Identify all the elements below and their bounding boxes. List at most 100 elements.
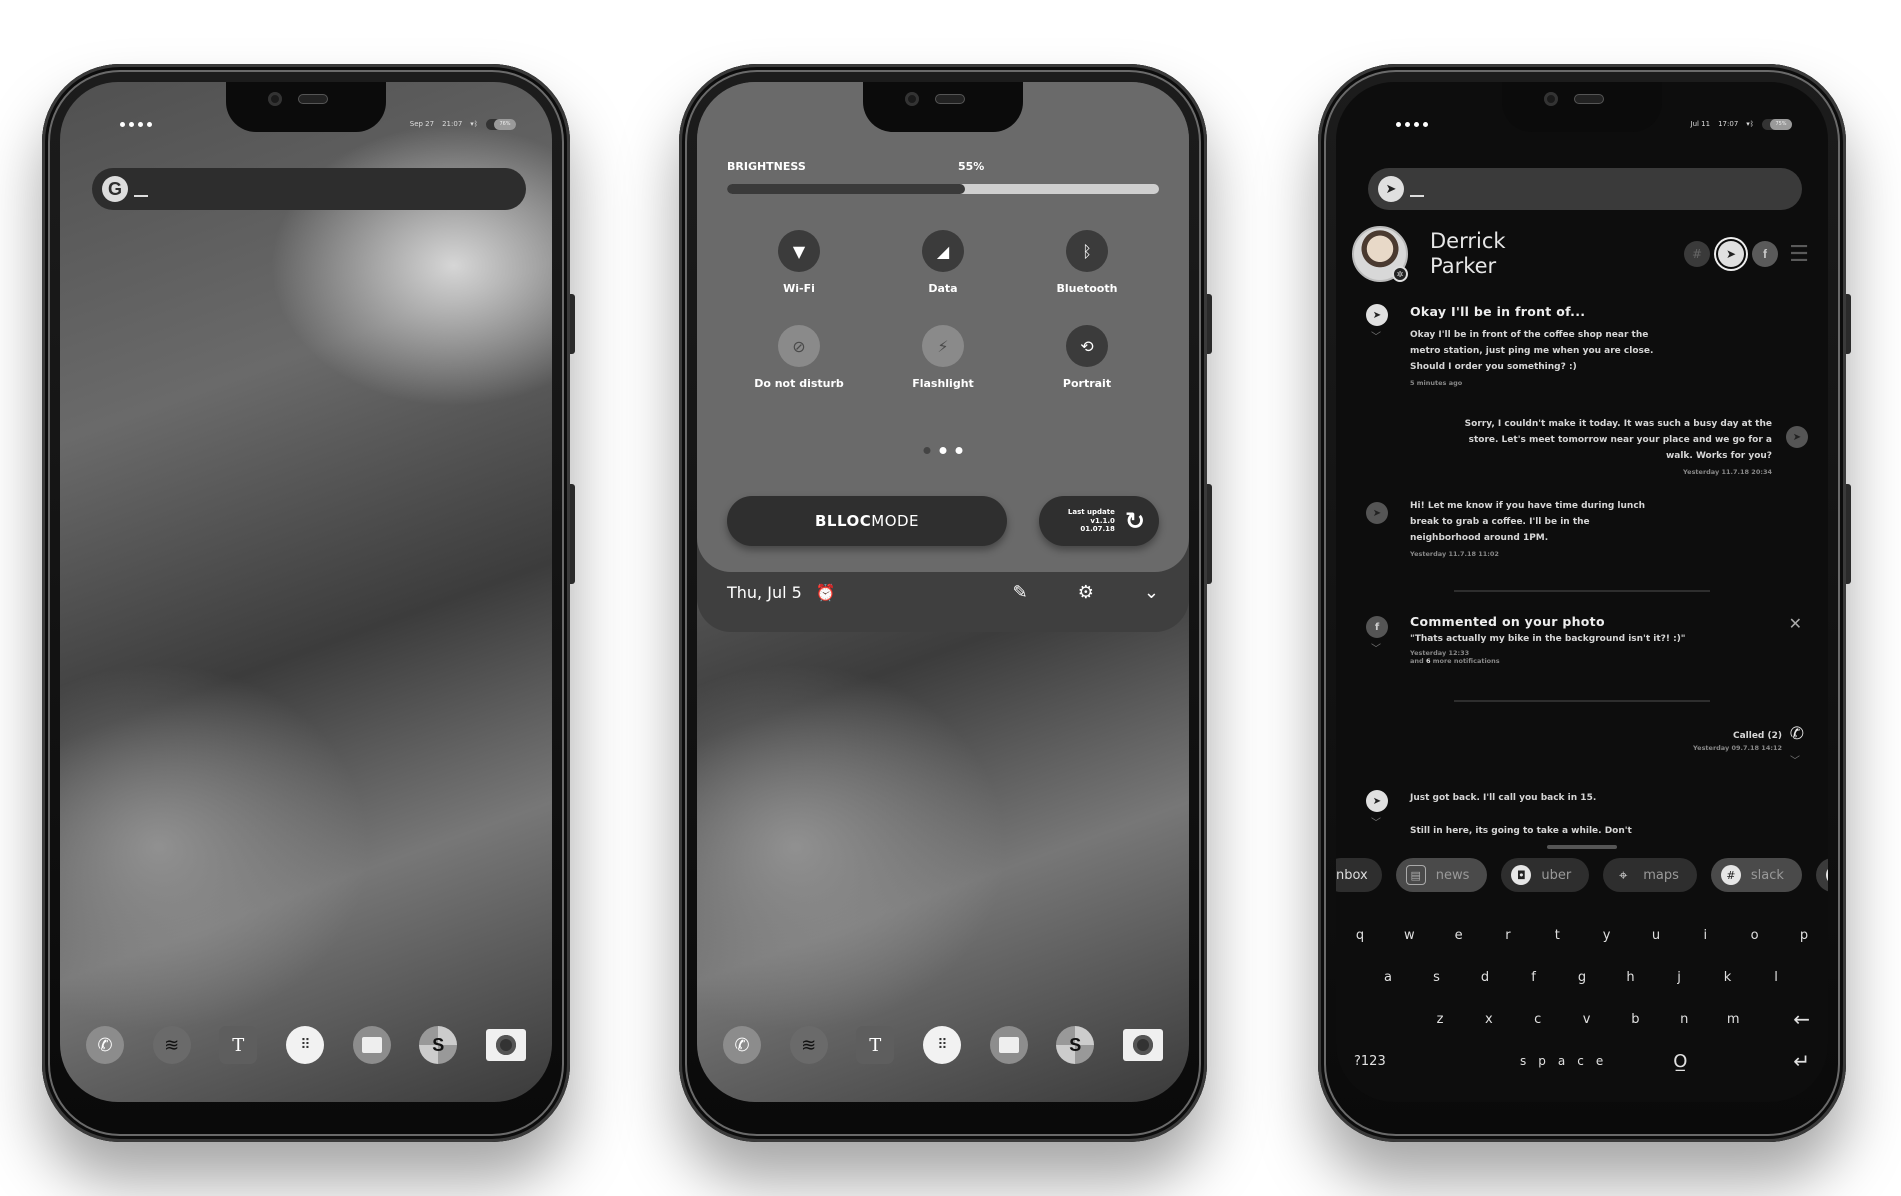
keyboard-row: ?123 space O̲ ↵ [1350,1040,1814,1082]
slides-icon[interactable]: S [1056,1026,1095,1064]
contact-name: Derrick Parker [1430,228,1506,278]
apps-grid-icon[interactable]: ⠿ [285,1026,324,1064]
chevron-down-icon[interactable]: ﹀ [1371,328,1381,343]
spotify-icon[interactable]: ≋ [789,1026,828,1064]
key-b[interactable]: b [1625,1012,1645,1027]
bllocmode-button[interactable]: BLLOC MODE [727,496,1007,546]
key-f[interactable]: f [1524,970,1544,985]
messages-icon[interactable] [352,1026,391,1064]
symbols-key[interactable]: ?123 [1350,1054,1410,1069]
camera-icon[interactable] [485,1029,526,1061]
message-item[interactable]: ➤ ﹀ Okay I'll be in front of... Okay I'l… [1352,304,1812,416]
tesla-icon[interactable]: T [219,1026,258,1064]
phone-icon[interactable]: ✆ [723,1026,761,1064]
telegram-search-bar[interactable]: ➤ [1368,168,1802,210]
space-key[interactable]: space [1520,1054,1615,1068]
blloc-key[interactable]: O̲ [1673,1051,1687,1072]
status-time: 21:07 [442,120,463,128]
camera-icon[interactable] [1122,1029,1163,1061]
key-h[interactable]: h [1621,970,1641,985]
tile-data[interactable]: ◢ Data [871,230,1015,295]
chip-inbox[interactable]: nbox [1336,858,1382,892]
backspace-key[interactable]: ← [1793,1007,1810,1031]
tile-bluetooth[interactable]: ᛒ Bluetooth [1015,230,1159,295]
telegram-icon[interactable]: ➤ [1718,241,1744,267]
enter-key[interactable]: ↵ [1793,1049,1810,1073]
chevron-down-icon[interactable]: ⌄ [1144,582,1159,603]
apps-grid-icon[interactable]: ⠿ [922,1026,961,1064]
message-time: Yesterday 11.7.18 11:02 [1410,550,1499,558]
key-o[interactable]: o [1745,928,1765,943]
key-g[interactable]: g [1572,970,1592,985]
chevron-down-icon[interactable]: ﹀ [1371,814,1381,829]
key-s[interactable]: s [1427,970,1447,985]
messages-icon[interactable] [989,1026,1028,1064]
key-m[interactable]: m [1723,1012,1743,1027]
key-p[interactable]: p [1794,928,1814,943]
spotify-icon[interactable]: ≋ [152,1026,191,1064]
brightness-slider[interactable] [727,184,1159,194]
app-chips: nbox ▤news ◘uber ⌖maps #slack 826 [1336,858,1828,892]
chip-slack[interactable]: # slack [1710,858,1802,892]
telegram-icon: ➤ [1366,502,1388,524]
chevron-down-icon[interactable]: ﹀ [1371,640,1381,655]
status-time: 17:07 [1718,120,1739,128]
key-x[interactable]: x [1479,1012,1499,1027]
tesla-icon[interactable]: T [856,1026,895,1064]
key-i[interactable]: i [1695,928,1715,943]
facebook-icon[interactable]: f [1752,241,1778,267]
google-search-bar[interactable]: G [92,168,526,210]
key-r[interactable]: r [1498,928,1518,943]
power-button [1207,484,1212,584]
close-icon[interactable]: ✕ [1789,614,1802,633]
key-d[interactable]: d [1475,970,1495,985]
key-l[interactable]: l [1766,970,1786,985]
power-button [570,484,575,584]
brightness-slider-fill [727,184,965,194]
call-item[interactable]: ✆ ﹀ Called (2) Yesterday 09.7.18 14:12 [1352,702,1812,767]
key-z[interactable]: z [1430,1012,1450,1027]
badge-icon: 826 [1825,865,1828,885]
key-n[interactable]: n [1674,1012,1694,1027]
chip-maps[interactable]: ⌖ maps [1603,858,1697,892]
sms-icon[interactable]: ☰ [1786,241,1812,267]
key-j[interactable]: j [1669,970,1689,985]
edit-icon[interactable]: ✎ [1013,582,1028,603]
key-k[interactable]: k [1718,970,1738,985]
tile-wifi[interactable]: ▼ Wi-Fi [727,230,871,295]
page-dot[interactable] [939,447,947,454]
key-q[interactable]: q [1350,928,1370,943]
key-t[interactable]: t [1547,928,1567,943]
notification-item[interactable]: f ﹀ ✕ Commented on your photo "Thats act… [1352,592,1812,700]
chip-more[interactable]: 826 [1815,858,1828,892]
slides-icon[interactable]: S [419,1026,458,1064]
phone-icon[interactable]: ✆ [86,1026,124,1064]
key-e[interactable]: e [1449,928,1469,943]
wifi-icon: ▼ [778,230,820,272]
gear-icon[interactable]: ⚙ [1078,582,1094,603]
tile-portrait[interactable]: ⟲ Portrait [1015,325,1159,390]
update-button[interactable]: Last update v1.1.0 01.07.18 ↻ [1039,496,1159,546]
chip-news[interactable]: ▤ news [1395,858,1488,892]
message-text: Sorry, I couldn't make it today. It was … [1464,419,1772,461]
key-c[interactable]: c [1528,1012,1548,1027]
key-u[interactable]: u [1646,928,1666,943]
key-y[interactable]: y [1597,928,1617,943]
tile-flashlight[interactable]: ⚡ Flashlight [871,325,1015,390]
key-a[interactable]: a [1378,970,1398,985]
battery-icon: 76% [486,118,516,130]
page-dot[interactable] [955,447,963,454]
drag-handle[interactable] [1547,845,1617,849]
message-item[interactable]: ➤ Sorry, I couldn't make it today. It wa… [1352,416,1812,498]
message-item[interactable]: ➤ Hi! Let me know if you have time durin… [1352,498,1812,590]
chip-uber[interactable]: ◘ uber [1501,858,1590,892]
tile-do-not-disturb[interactable]: ⊘ Do not disturb [727,325,871,390]
key-v[interactable]: v [1577,1012,1597,1027]
alarm-icon[interactable]: ⏰ [816,583,836,602]
page-dot[interactable] [923,447,931,454]
key-w[interactable]: w [1399,928,1419,943]
slack-icon[interactable]: # [1684,241,1710,267]
avatar[interactable]: ✲ [1352,226,1408,282]
more-notifications[interactable]: and 6 more notifications [1410,657,1782,665]
message-item[interactable]: ➤ ﹀ Just got back. I'll call you back in… [1352,764,1812,836]
